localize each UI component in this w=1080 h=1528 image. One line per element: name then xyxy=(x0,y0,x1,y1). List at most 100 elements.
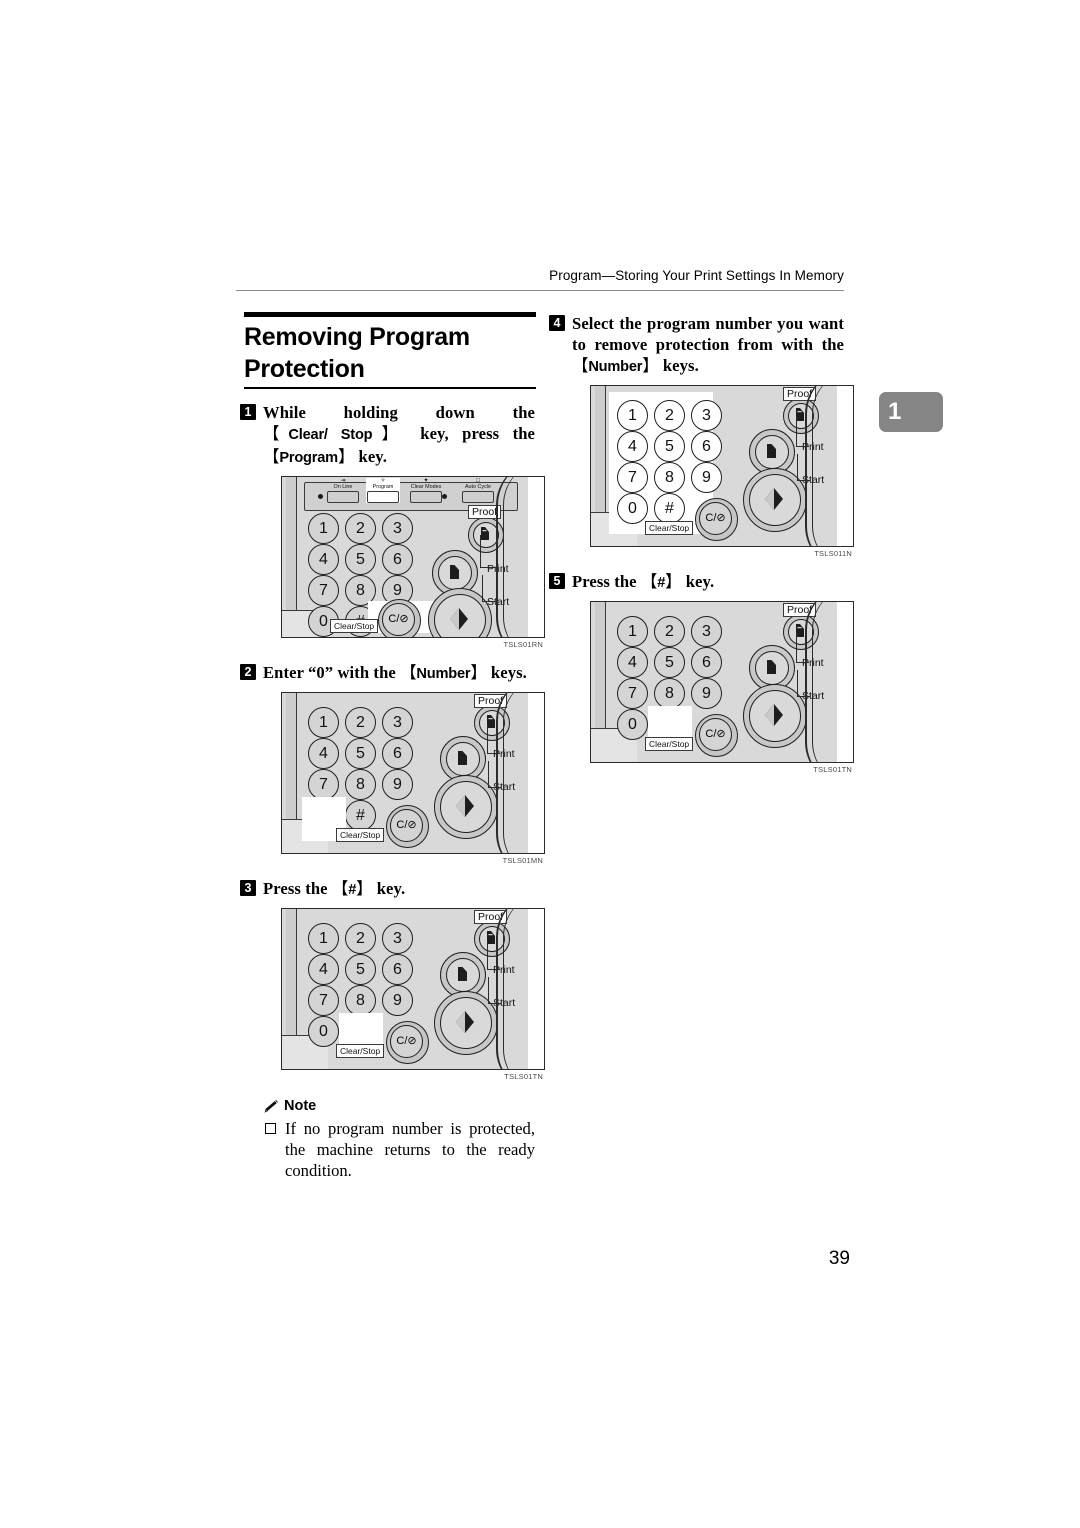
key-6[interactable]: 6 xyxy=(382,544,413,575)
key-1[interactable]: 1 xyxy=(617,400,648,431)
print-key[interactable] xyxy=(446,958,480,992)
key-4[interactable]: 4 xyxy=(617,431,648,462)
clear-stop-key[interactable]: C/⊘ xyxy=(390,1025,423,1058)
key-3[interactable]: 3 xyxy=(691,400,722,431)
button-clear-modes[interactable]: ✦ Clear Modes xyxy=(406,478,446,503)
button-auto-cycle[interactable]: □ Auto Cycle xyxy=(458,478,498,503)
key-3[interactable]: 3 xyxy=(382,513,413,544)
step-3-text: Press the 【#】 key. xyxy=(263,878,535,901)
auto-cycle-keycap[interactable] xyxy=(462,491,494,503)
figure-step-2: 1 2 3 4 5◦ 6 7 8 9 0 # C/⊘ Clear/Stop xyxy=(281,692,545,865)
key-4[interactable]: 4 xyxy=(308,954,339,985)
on-line-keycap[interactable] xyxy=(327,491,359,503)
key-7[interactable]: 7 xyxy=(308,985,339,1016)
key-9[interactable]: 9 xyxy=(382,985,413,1016)
key-1[interactable]: 1 xyxy=(308,707,339,738)
key-4[interactable]: 4 xyxy=(308,544,339,575)
clear-stop-key[interactable]: C/⊘ xyxy=(382,603,415,636)
print-key[interactable] xyxy=(446,742,480,776)
key-2[interactable]: 2 xyxy=(345,923,376,954)
on-line-label: On Line xyxy=(333,484,353,490)
running-header: Program—Storing Your Print Settings In M… xyxy=(549,268,844,283)
key-5-braille-dot: ◦ xyxy=(359,559,362,565)
step-1-seg-c: key. xyxy=(354,447,388,466)
step-3: 3 Press the 【#】 key. 1 2 3 4 5 ◦ 6 7 8 9 … xyxy=(240,878,545,1081)
figure-step-4: 1 2 3 4 5 ◦ 6 7 8 9 0 # C/⊘ Clear/Stop P… xyxy=(590,385,854,558)
key-7[interactable]: 7 xyxy=(308,575,339,606)
step-number-badge: 3 xyxy=(240,880,256,896)
key-5[interactable]: 5 ◦ xyxy=(654,647,685,678)
key-9[interactable]: 9 xyxy=(691,462,722,493)
key-4[interactable]: 4 xyxy=(308,738,339,769)
key-6[interactable]: 6 xyxy=(382,738,413,769)
button-on-line[interactable]: ⇥ On Line xyxy=(326,478,360,503)
key-2[interactable]: 2 xyxy=(345,513,376,544)
key-7[interactable]: 7 xyxy=(617,678,648,709)
key-0[interactable]: 0 xyxy=(617,709,648,740)
clear-stop-key[interactable]: C/⊘ xyxy=(699,718,732,751)
key-5[interactable]: 5 ◦ xyxy=(345,954,376,985)
step-1-seg-b: key, press the xyxy=(406,424,535,443)
key-9[interactable]: 9 xyxy=(382,769,413,800)
print-page-icon xyxy=(450,565,459,579)
key-9[interactable]: 9 xyxy=(691,678,722,709)
key-5[interactable]: 5 ◦ xyxy=(654,431,685,462)
button-program[interactable]: ✧ Program xyxy=(366,478,400,503)
note-item: If no program number is protected, the m… xyxy=(263,1118,535,1181)
key-1[interactable]: 1 xyxy=(308,513,339,544)
print-key[interactable] xyxy=(438,556,472,590)
start-key[interactable] xyxy=(434,594,486,637)
print-page-icon xyxy=(458,751,467,765)
step-number-badge: 5 xyxy=(549,573,565,589)
key-5[interactable]: 5 ◦ xyxy=(345,738,376,769)
figure-step-1: ⇥ On Line ✧ Program ✦ Clear Modes □ Auto… xyxy=(281,476,545,649)
key-8[interactable]: 8 xyxy=(654,462,685,493)
note-heading-label: Note xyxy=(284,1098,317,1114)
key-1[interactable]: 1 xyxy=(617,616,648,647)
program-keycap[interactable] xyxy=(367,491,399,503)
start-key[interactable] xyxy=(440,997,492,1049)
panel-left-edge xyxy=(595,602,606,728)
key-2[interactable]: 2 xyxy=(654,616,685,647)
key-4[interactable]: 4 xyxy=(617,647,648,678)
key-8[interactable]: 8 xyxy=(345,769,376,800)
key-6[interactable]: 6 xyxy=(382,954,413,985)
clear-stop-key[interactable]: C/⊘ xyxy=(390,809,423,842)
print-leader-line xyxy=(480,535,495,568)
key-6[interactable]: 6 xyxy=(691,647,722,678)
key-8[interactable]: 8 xyxy=(345,985,376,1016)
clear-modes-keycap[interactable] xyxy=(410,491,442,503)
key-3[interactable]: 3 xyxy=(382,707,413,738)
key-6[interactable]: 6 xyxy=(691,431,722,462)
start-key[interactable] xyxy=(749,474,801,526)
key-0[interactable]: 0 xyxy=(308,1016,339,1047)
key-3[interactable]: 3 xyxy=(691,616,722,647)
step-4-text: Select the program number you want to re… xyxy=(572,313,844,378)
note-heading: Note xyxy=(263,1097,535,1115)
figure-code-2: TSLS01MN xyxy=(502,856,543,865)
key-2[interactable]: 2 xyxy=(345,707,376,738)
print-key[interactable] xyxy=(755,651,789,685)
print-key[interactable] xyxy=(755,435,789,469)
key-5[interactable]: 5 ◦ xyxy=(345,544,376,575)
clear-stop-key[interactable]: C/⊘ xyxy=(699,502,732,535)
start-key[interactable] xyxy=(749,690,801,742)
key-8[interactable]: 8 xyxy=(654,678,685,709)
control-panel-illustration-5: 1 2 3 4 5◦ 6 7 8 9 0 # C/⊘ Clear/Stop xyxy=(590,601,854,763)
step-2-seg-b: keys. xyxy=(486,663,527,682)
key-7[interactable]: 7 xyxy=(617,462,648,493)
key-1[interactable]: 1 xyxy=(308,923,339,954)
key-2[interactable]: 2 xyxy=(654,400,685,431)
program-label: Program xyxy=(372,484,394,490)
key-0[interactable]: 0 xyxy=(617,493,648,524)
start-diamond-icon xyxy=(456,795,474,817)
key-hash[interactable]: # xyxy=(654,493,685,524)
figure-step-3: 1 2 3 4 5◦ 6 7 8 9 0 # C/⊘ Clear/Stop xyxy=(281,908,545,1081)
step-1: 1 While holding down the 【Clear/ Stop】 k… xyxy=(240,402,545,649)
key-3[interactable]: 3 xyxy=(382,923,413,954)
key-7[interactable]: 7 xyxy=(308,769,339,800)
start-key[interactable] xyxy=(440,781,492,833)
control-panel-illustration-2: 1 2 3 4 5◦ 6 7 8 9 0 # C/⊘ Clear/Stop xyxy=(281,692,545,854)
key-hash[interactable]: # xyxy=(345,800,376,831)
clear-stop-callout: Clear/Stop xyxy=(336,828,385,842)
